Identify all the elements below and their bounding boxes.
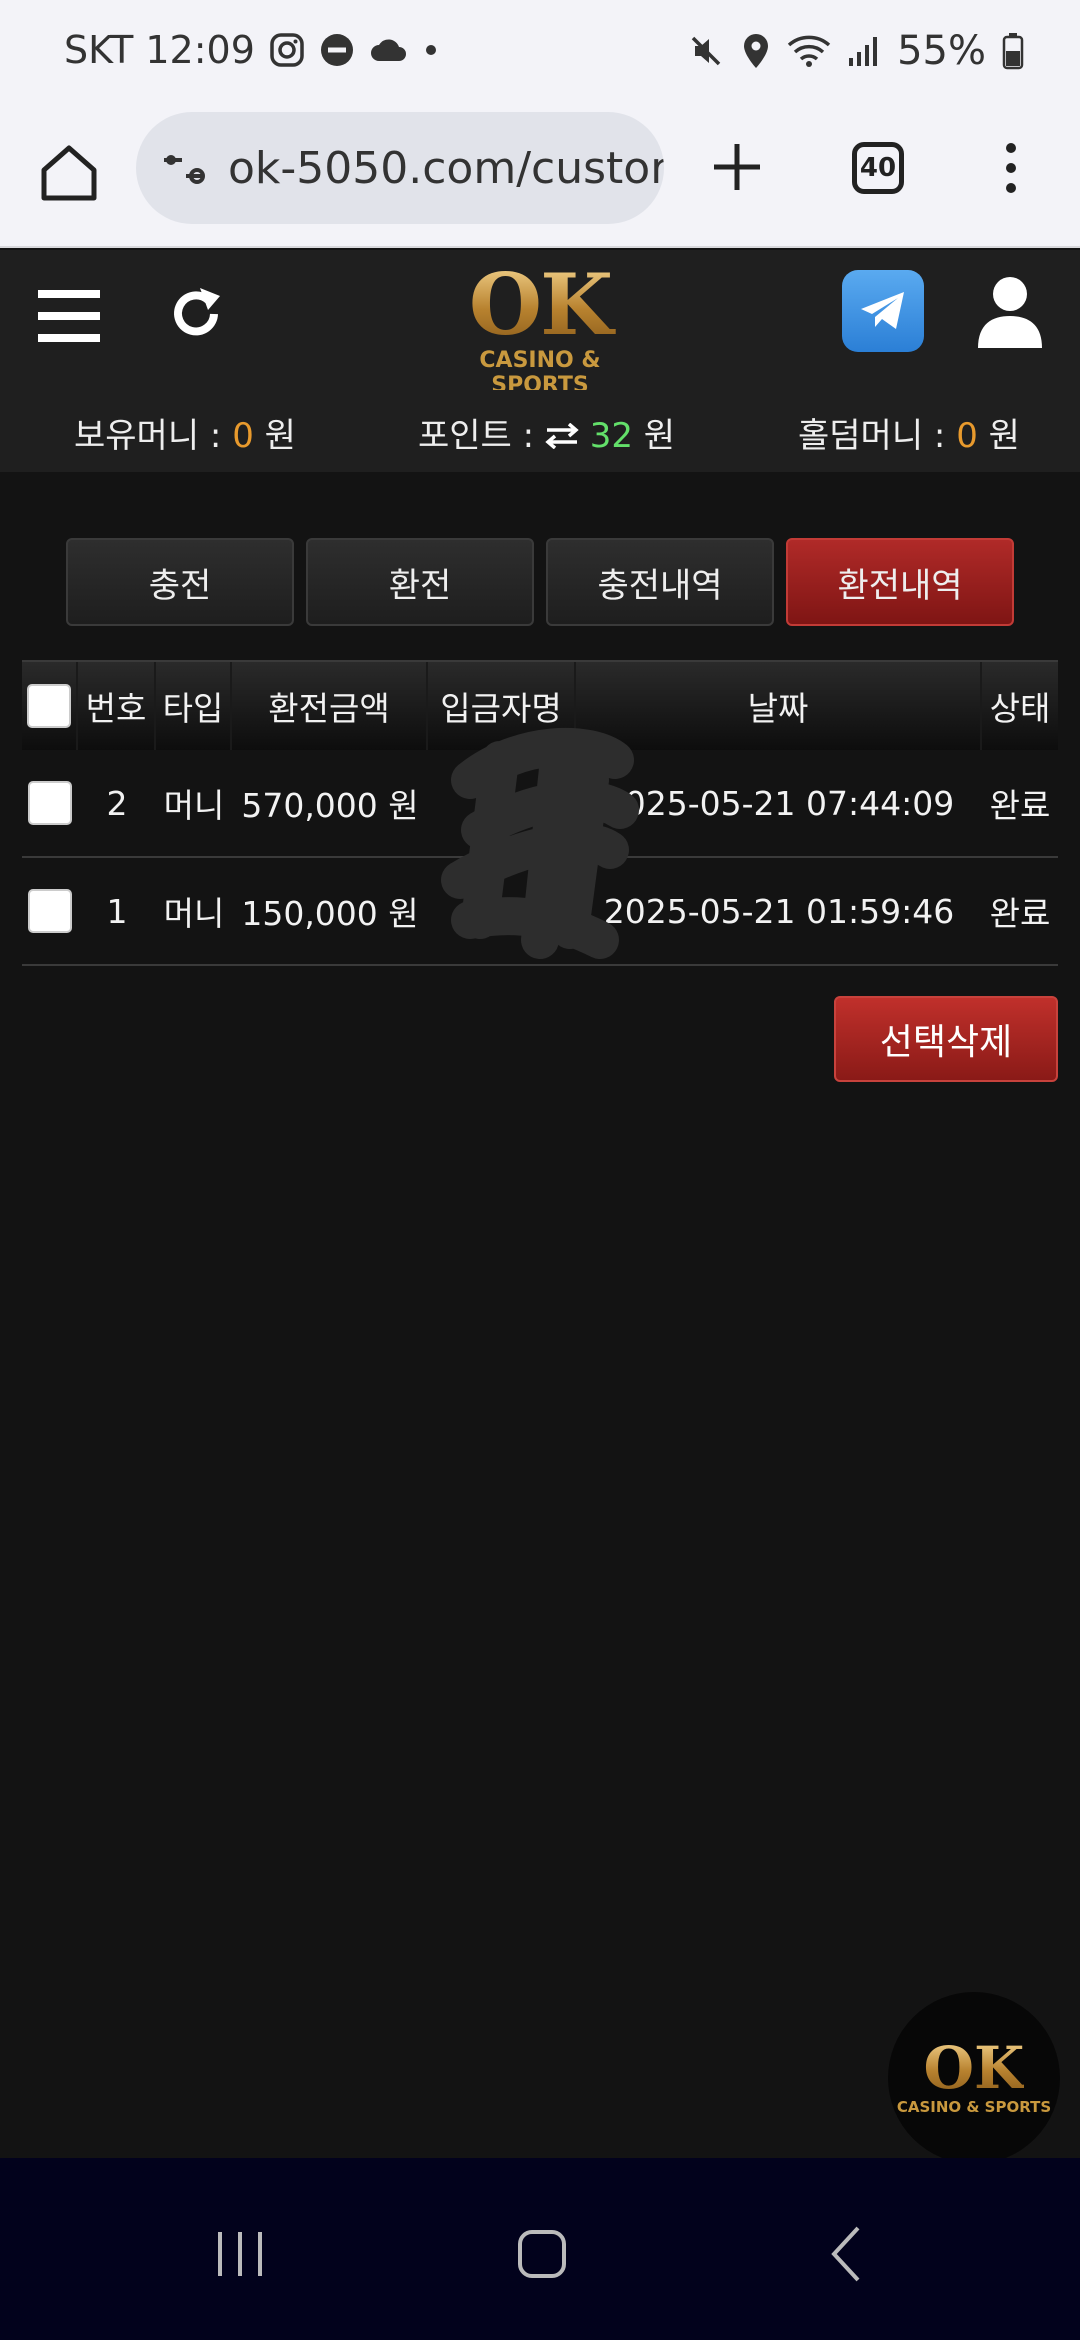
- location-icon: [741, 32, 771, 70]
- header-depositor: 입금자명: [428, 662, 576, 750]
- battery-icon: [1002, 32, 1024, 70]
- instagram-icon: [269, 32, 305, 68]
- row-select-cell: [22, 750, 78, 856]
- main-content: 충전 환전 충전내역 환전내역 번호 타입 환전금액 입금자명 날짜 상태 2 …: [0, 472, 1080, 2164]
- refresh-icon[interactable]: [164, 282, 228, 346]
- status-left: SKT 12:09: [64, 28, 439, 72]
- signal-icon: [847, 34, 881, 68]
- row-no: 1: [106, 891, 128, 931]
- holdem-label: 홀덤머니 :: [798, 416, 957, 456]
- status-right: 55%: [687, 28, 1024, 74]
- mute-icon: [687, 32, 725, 70]
- row-no: 2: [106, 783, 128, 823]
- header-status: 상태: [989, 689, 1051, 728]
- status-bar: SKT 12:09 55%: [0, 0, 1080, 108]
- tab-exchange-history[interactable]: 환전내역: [786, 538, 1014, 626]
- browser-toolbar: ok-5050.com/custor 40: [0, 108, 1080, 248]
- point-value: 32: [589, 416, 633, 456]
- floating-logo-button[interactable]: OK CASINO & SPORTS: [888, 1992, 1060, 2164]
- row-date: 2025-05-21 07:44:09: [603, 783, 955, 823]
- row-checkbox[interactable]: [28, 889, 72, 933]
- point-unit: 원: [633, 416, 676, 456]
- delete-selected-button[interactable]: 선택삭제: [834, 996, 1058, 1082]
- header-no: 번호: [78, 662, 156, 750]
- site-settings-icon[interactable]: [160, 144, 208, 192]
- tab-charge[interactable]: 충전: [66, 538, 294, 626]
- url-bar[interactable]: ok-5050.com/custor: [136, 112, 664, 224]
- logo-main-text: OK: [432, 263, 648, 347]
- telegram-icon[interactable]: [842, 270, 924, 352]
- row-type: 머니: [163, 894, 225, 933]
- row-type: 머니: [163, 786, 225, 825]
- system-nav-bar: [0, 2158, 1080, 2340]
- tab-count: 40: [859, 153, 897, 183]
- row-amount: 150,000 원: [241, 894, 419, 933]
- header-type: 타입: [156, 662, 232, 750]
- money-label: 보유머니 :: [74, 416, 233, 456]
- carrier-time: SKT 12:09: [64, 28, 255, 72]
- tab-switcher-button[interactable]: 40: [852, 142, 904, 194]
- site-logo[interactable]: OK CASINO & SPORTS: [432, 263, 648, 399]
- row-select-cell: [22, 858, 78, 964]
- money-unit: 원: [253, 416, 296, 456]
- home-icon[interactable]: [36, 140, 102, 206]
- tab-exchange[interactable]: 환전: [306, 538, 534, 626]
- holdem-unit: 원: [977, 416, 1020, 456]
- floating-logo-main: OK: [923, 2034, 1025, 2102]
- recent-apps-icon[interactable]: [200, 2214, 280, 2294]
- table-header: 번호 타입 환전금액 입금자명 날짜 상태: [22, 660, 1058, 750]
- table-row: 2 머니 570,000 원 2025-05-21 07:44:09 완료: [22, 750, 1058, 858]
- user-profile-icon[interactable]: [976, 274, 1044, 350]
- header-date: 날짜: [576, 662, 982, 750]
- holdem-value: 0: [956, 416, 978, 456]
- new-tab-icon[interactable]: [706, 136, 768, 198]
- more-menu-icon[interactable]: [996, 138, 1026, 198]
- home-nav-icon[interactable]: [502, 2214, 582, 2294]
- hamburger-menu-icon[interactable]: [36, 286, 102, 346]
- battery-percent: 55%: [897, 28, 986, 74]
- wifi-icon: [787, 33, 831, 69]
- holdem-balance: 홀덤머니 : 0 원: [798, 408, 1020, 457]
- row-depositor: [428, 750, 576, 856]
- money-balance: 보유머니 : 0 원: [74, 408, 296, 457]
- select-all-cell: [22, 662, 78, 750]
- site-header: OK CASINO & SPORTS: [0, 250, 1080, 399]
- money-value: 0: [232, 416, 254, 456]
- tab-charge-history[interactable]: 충전내역: [546, 538, 774, 626]
- point-balance[interactable]: 포인트 : 32 원: [418, 408, 675, 457]
- tab-row: 충전 환전 충전내역 환전내역: [66, 538, 1014, 626]
- balance-bar: 보유머니 : 0 원 포인트 : 32 원 홀덤머니 : 0 원: [0, 390, 1080, 472]
- exchange-history-table: 번호 타입 환전금액 입금자명 날짜 상태 2 머니 570,000 원 202…: [22, 660, 1058, 966]
- cloud-icon: [369, 35, 409, 65]
- url-text: ok-5050.com/custor: [228, 142, 664, 194]
- select-all-checkbox[interactable]: [27, 684, 71, 728]
- row-depositor: [428, 858, 576, 964]
- back-icon[interactable]: [806, 2214, 886, 2294]
- row-amount: 570,000 원: [241, 786, 419, 825]
- dot-icon: [423, 42, 439, 58]
- row-checkbox[interactable]: [28, 781, 72, 825]
- exchange-arrows-icon[interactable]: [545, 416, 579, 456]
- row-date: 2025-05-21 01:59:46: [603, 891, 955, 931]
- floating-logo-sub: CASINO & SPORTS: [896, 2098, 1052, 2116]
- header-amount: 환전금액: [232, 662, 428, 750]
- row-status: 완료: [989, 786, 1051, 825]
- table-row: 1 머니 150,000 원 2025-05-21 01:59:46 완료: [22, 858, 1058, 966]
- point-label: 포인트 :: [418, 416, 545, 456]
- do-not-disturb-icon: [319, 32, 355, 68]
- row-status: 완료: [989, 894, 1051, 933]
